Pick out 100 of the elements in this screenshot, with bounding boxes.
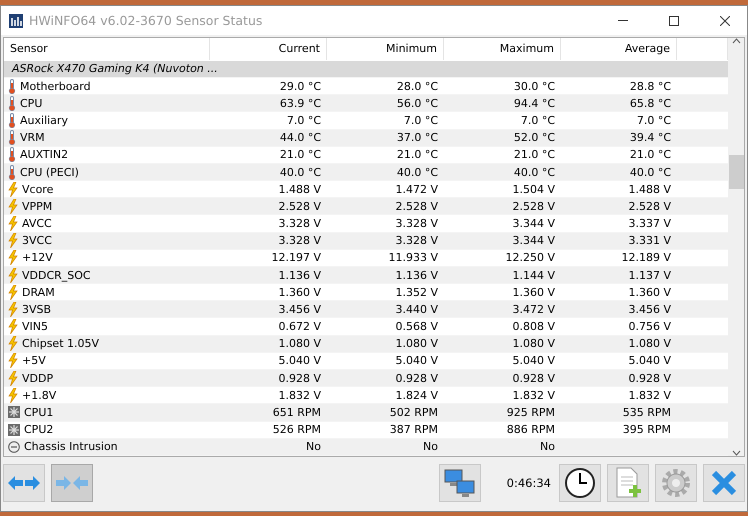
table-row[interactable]: Vcore 1.488 V 1.472 V 1.504 V 1.488 V (4, 181, 728, 198)
scroll-up-icon (732, 38, 740, 44)
value-cell-text: 94.4 °C (512, 96, 556, 112)
maximize-icon (668, 16, 678, 26)
value-cell-text: 40.0 °C (278, 164, 322, 180)
table-row[interactable]: DRAM 1.360 V 1.352 V 1.360 V 1.360 V (4, 284, 728, 302)
value-cell-text: 1.136 V (394, 268, 439, 284)
table-row[interactable]: 3VSB 3.456 V 3.440 V 3.472 V 3.456 V (4, 301, 728, 318)
value-cell-text: 3.344 V (511, 216, 556, 232)
thermometer-icon (8, 147, 16, 162)
column-header[interactable]: Current (210, 38, 327, 60)
table-row[interactable]: ASRock X470 Gaming K4 (Nuvoton ... (4, 60, 728, 78)
value-cell-text: 11.933 V (387, 250, 439, 266)
table-row[interactable]: Chassis Intrusion No No No (4, 438, 728, 456)
sensor-label: VRM (20, 131, 45, 144)
table-row[interactable]: Chipset 1.05V 1.080 V 1.080 V 1.080 V 1.080 V (4, 336, 728, 353)
value-cell-text: 0.928 V (394, 370, 439, 386)
sensor-label: +5V (22, 354, 46, 368)
table-row[interactable]: AUXTIN2 21.0 °C 21.0 °C 21.0 °C 21.0 °C (4, 146, 728, 164)
fan-icon (8, 424, 20, 436)
table-row[interactable]: +12V 12.197 V 11.933 V 12.250 V 12.189 V (4, 250, 728, 267)
sensor-label: DRAM (22, 286, 55, 299)
sensor-label: CPU1 (24, 406, 54, 419)
value-cell-text: 2.528 V (277, 198, 322, 214)
app-icon (9, 14, 23, 28)
table-row[interactable]: VRM 44.0 °C 37.0 °C 52.0 °C 39.4 °C (4, 130, 728, 147)
value-cell-text: 0.756 V (627, 319, 672, 335)
table-row[interactable]: CPU2 526 RPM 387 RPM 886 RPM 395 RPM (4, 422, 728, 439)
sensor-label: Vcore (22, 182, 54, 196)
table-row[interactable]: VPPM 2.528 V 2.528 V 2.528 V 2.528 V (4, 198, 728, 216)
settings-icon (660, 467, 692, 499)
table-row[interactable]: Auxiliary 7.0 °C 7.0 °C 7.0 °C 7.0 °C (4, 112, 728, 130)
expand-button[interactable] (3, 464, 45, 502)
collapse-button[interactable] (51, 464, 93, 502)
scroll-down-icon (732, 450, 740, 456)
lightning-icon (8, 268, 18, 283)
value-cell-text: 3.331 V (627, 233, 672, 249)
value-cell-text: 28.0 °C (396, 78, 439, 94)
network-button[interactable] (438, 464, 481, 502)
sensor-label: CPU2 (24, 423, 54, 436)
column-header[interactable]: Sensor (4, 38, 210, 60)
column-header[interactable]: Minimum (327, 38, 444, 60)
value-cell-text: 63.9 °C (278, 96, 322, 112)
sensor-label: 3VCC (22, 234, 52, 248)
close-icon (720, 16, 730, 26)
table-row[interactable]: VDDP 0.928 V 0.928 V 0.928 V 0.928 V (4, 370, 728, 388)
arrows-icon (7, 475, 41, 491)
minimize-icon (618, 20, 628, 21)
value-cell-text: 40.0 °C (512, 164, 556, 180)
value-cell-text: 1.080 V (511, 336, 556, 352)
lightning-icon (8, 336, 18, 352)
value-cell-text: 925 RPM (506, 404, 556, 420)
value-cell-text: 7.0 °C (402, 112, 439, 129)
thermometer-icon (8, 112, 16, 128)
scrollbar[interactable] (728, 38, 744, 456)
value-cell-text: 65.8 °C (628, 96, 672, 112)
sensor-label: Auxiliary (20, 114, 68, 127)
thermometer-icon (8, 130, 16, 146)
clock-button[interactable] (559, 464, 601, 502)
table-row[interactable]: CPU1 651 RPM 502 RPM 925 RPM 535 RPM (4, 404, 728, 422)
column-header[interactable]: Maximum (444, 38, 561, 60)
value-cell-text: 1.352 V (394, 284, 439, 300)
table-row[interactable]: VIN5 0.672 V 0.568 V 0.808 V 0.756 V (4, 318, 728, 336)
value-cell-text: 3.328 V (277, 216, 322, 232)
report-button[interactable] (607, 464, 649, 502)
value-cell-text: 2.528 V (627, 198, 672, 214)
table-row[interactable]: CPU (PECI) 40.0 °C 40.0 °C 40.0 °C 40.0 °C (4, 164, 728, 182)
value-cell-text: 395 RPM (622, 422, 672, 438)
settings-button[interactable] (655, 464, 697, 502)
table-row[interactable]: +1.8V 1.832 V 1.824 V 1.832 V 1.832 V (4, 387, 728, 404)
sensor-label: Chassis Intrusion (24, 440, 118, 454)
lightning-icon (8, 302, 18, 317)
value-cell-text: 502 RPM (388, 404, 439, 420)
sensor-label: VIN5 (22, 320, 48, 334)
value-cell-text: 3.328 V (277, 233, 322, 249)
value-cell-text: 21.0 °C (396, 147, 439, 163)
thermometer-icon (8, 164, 16, 180)
lightning-icon (8, 250, 18, 266)
lightning-icon (8, 388, 18, 403)
value-cell-text: 0.672 V (277, 319, 322, 335)
value-cell-text: 21.0 °C (628, 147, 672, 163)
value-cell-text: No (422, 439, 439, 455)
sensor-label: +12V (22, 251, 53, 264)
close-icon (711, 470, 737, 496)
table-row[interactable]: AVCC 3.328 V 3.328 V 3.344 V 3.337 V (4, 215, 728, 233)
value-cell-text: 3.328 V (394, 233, 439, 249)
table-row[interactable]: VDDCR_SOC 1.136 V 1.136 V 1.144 V 1.137 V (4, 266, 728, 284)
value-cell-text: 2.528 V (394, 198, 439, 214)
table-row[interactable]: +5V 5.040 V 5.040 V 5.040 V 5.040 V (4, 352, 728, 370)
table-row[interactable]: CPU 63.9 °C 56.0 °C 94.4 °C 65.8 °C (4, 95, 728, 112)
monitors-icon (442, 468, 477, 498)
value-cell-text: 535 RPM (622, 404, 672, 420)
value-cell-text: 1.360 V (511, 284, 556, 300)
table-row[interactable]: 3VCC 3.328 V 3.328 V 3.344 V 3.331 V (4, 232, 728, 250)
value-cell-text: 0.928 V (277, 370, 322, 386)
column-header[interactable]: Average (561, 38, 677, 60)
table-row[interactable]: Motherboard 29.0 °C 28.0 °C 30.0 °C 28.8 °C (4, 78, 728, 96)
scroll-thumb[interactable] (728, 155, 744, 189)
value-cell-text: 526 RPM (272, 422, 322, 438)
value-cell-text: No (305, 439, 322, 455)
